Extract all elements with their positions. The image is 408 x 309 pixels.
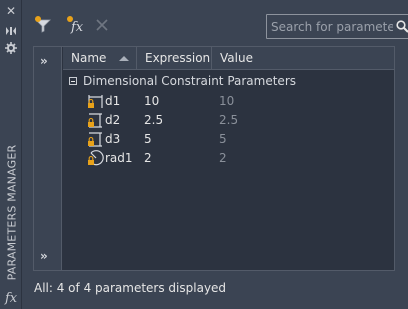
status-text: All: 4 of 4 parameters displayed <box>34 281 227 295</box>
expand-bottom-icon[interactable]: » <box>40 249 48 263</box>
filter-icon <box>33 15 53 38</box>
properties-icon[interactable] <box>4 41 18 55</box>
toolbar: fx <box>22 0 408 46</box>
aligned-dimension-icon <box>87 131 105 148</box>
grid-header: Name Expression Value <box>63 47 394 70</box>
table-row[interactable]: d2 2.5 2.5 <box>63 111 394 130</box>
search-icon[interactable] <box>395 19 408 34</box>
delete-icon <box>94 17 110 36</box>
search-box[interactable] <box>266 14 408 39</box>
parameters-panel: » » Name Expression Value Dimensional Co… <box>33 46 395 271</box>
group-dimensional-constraints[interactable]: Dimensional Constraint Parameters <box>69 73 296 89</box>
table-row[interactable]: rad1 2 2 <box>63 149 394 168</box>
expand-filter-tree-icon[interactable]: » <box>40 54 48 68</box>
sort-ascending-icon <box>119 56 129 61</box>
fx-icon: fx <box>5 291 18 306</box>
palette-title: PARAMETERS MANAGER <box>5 144 19 281</box>
palette-title-bar: ✕ PARAMETERS MANAGER fx <box>0 0 22 309</box>
column-header-expression[interactable]: Expression <box>137 47 212 70</box>
svg-text:fx: fx <box>70 20 84 35</box>
table-row[interactable]: d1 10 10 <box>63 92 394 111</box>
linear-dimension-icon <box>87 93 105 110</box>
column-header-value[interactable]: Value <box>212 47 394 70</box>
column-header-name[interactable]: Name <box>63 47 137 70</box>
parameters-grid: Name Expression Value Dimensional Constr… <box>63 47 394 270</box>
aligned-dimension-icon <box>87 112 105 129</box>
collapse-icon[interactable] <box>69 77 77 85</box>
radius-icon <box>87 150 105 167</box>
filter-tree-collapsed: » » <box>34 47 62 270</box>
table-row[interactable]: d3 5 5 <box>63 130 394 149</box>
group-label: Dimensional Constraint Parameters <box>83 74 296 88</box>
search-input[interactable] <box>271 18 393 36</box>
new-user-parameter-button[interactable]: fx <box>64 15 86 37</box>
close-icon[interactable]: ✕ <box>4 4 18 18</box>
delete-button[interactable] <box>91 15 113 37</box>
new-user-parameter-icon: fx <box>65 15 85 38</box>
filter-button[interactable] <box>32 15 54 37</box>
auto-hide-icon[interactable] <box>4 24 18 38</box>
